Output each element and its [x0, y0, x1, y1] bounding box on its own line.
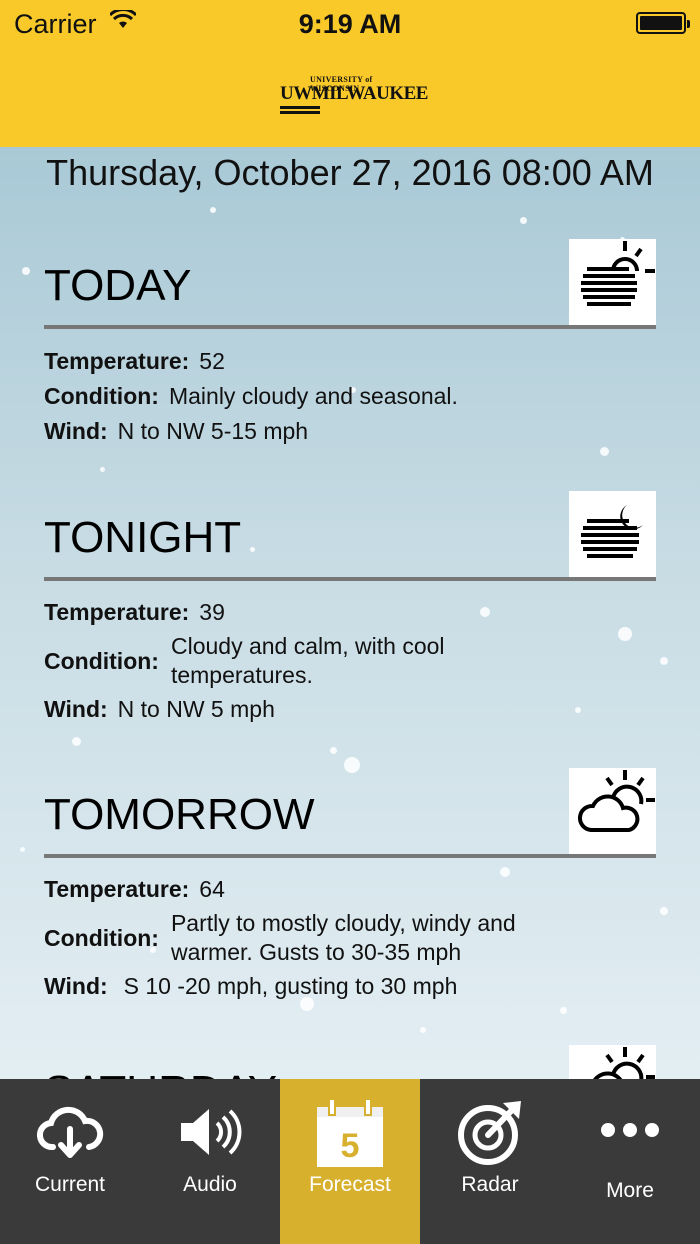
temperature-label: Temperature:	[44, 598, 190, 625]
section-title: SATURDAY	[44, 1067, 277, 1079]
condition-label: Condition:	[44, 647, 159, 674]
tab-bar: Current Audio 5 Forecast Radar More	[0, 1079, 700, 1244]
condition-row: Condition: Mainly cloudy and seasonal.	[44, 381, 458, 411]
wind-value: S 10 -20 mph, gusting to 30 mph	[123, 972, 458, 999]
section-title: TODAY	[44, 261, 192, 310]
wind-label: Wind:	[44, 695, 108, 722]
condition-label: Condition:	[44, 924, 159, 951]
forecast-date: Thursday, October 27, 2016 08:00 AM	[46, 152, 654, 193]
status-time: 9:19 AM	[298, 9, 402, 39]
tab-label: More	[606, 1179, 654, 1202]
section-title: TOMORROW	[44, 790, 315, 839]
status-bar: Carrier 9:19 AM	[0, 0, 700, 48]
condition-row: Condition: Partly to mostly cloudy, wind…	[44, 908, 591, 968]
wind-row: Wind: S 10 -20 mph, gusting to 30 mph	[44, 971, 457, 1001]
tab-audio[interactable]: Audio	[140, 1079, 280, 1244]
temperature-row: Temperature: 39	[44, 597, 225, 627]
section-title: TONIGHT	[44, 513, 242, 562]
section-divider	[44, 854, 656, 858]
section-divider	[44, 577, 656, 581]
wind-label: Wind:	[44, 972, 108, 999]
forecast-content[interactable]: Thursday, October 27, 2016 08:00 AM TODA…	[0, 147, 700, 1079]
logo-stripes	[280, 106, 320, 116]
calendar-icon: 5	[315, 1097, 385, 1167]
tab-label: Current	[34, 1173, 106, 1196]
condition-label: Condition:	[44, 382, 159, 409]
speaker-icon	[175, 1097, 245, 1167]
forecast-section-saturday: SATURDAY	[44, 1045, 656, 1079]
temperature-row: Temperature: 52	[44, 346, 225, 376]
wind-value: N to NW 5-15 mph	[117, 417, 309, 444]
calendar-badge: 5	[341, 1127, 360, 1165]
tab-current[interactable]: Current	[0, 1079, 140, 1244]
tab-radar[interactable]: Radar	[420, 1079, 560, 1244]
forecast-section-today: TODAY Temperature: 52 Condition: Mainly …	[44, 239, 656, 459]
wind-row: Wind: N to NW 5-15 mph	[44, 416, 308, 446]
cloud-download-icon	[35, 1097, 105, 1167]
sun-behind-clouds-icon	[569, 239, 656, 326]
temperature-value: 39	[199, 598, 225, 625]
tab-forecast[interactable]: 5 Forecast	[280, 1079, 420, 1244]
section-divider	[44, 325, 656, 329]
app-header: Carrier 9:19 AM UNIVERSITY of WISCONSIN …	[0, 0, 700, 147]
uwm-logo: UNIVERSITY of WISCONSIN UWMILWAUKEE	[280, 75, 428, 117]
moon-behind-clouds-icon	[569, 491, 656, 578]
forecast-section-tomorrow: TOMORROW Temperature: 64 Condition: Part…	[44, 768, 656, 1008]
wind-value: N to NW 5 mph	[117, 695, 275, 722]
more-dots-icon	[595, 1097, 665, 1167]
radar-icon	[455, 1097, 525, 1167]
temperature-label: Temperature:	[44, 347, 190, 374]
tab-label: Forecast	[309, 1173, 391, 1196]
partly-cloudy-icon	[569, 1045, 656, 1079]
partly-cloudy-icon	[569, 768, 656, 855]
tab-label: Radar	[461, 1173, 519, 1196]
condition-value: Partly to mostly cloudy, windy and warme…	[170, 910, 516, 965]
forecast-section-tonight: TONIGHT Temperature: 39 Condition: Cloud…	[44, 491, 656, 731]
condition-value: Mainly cloudy and seasonal.	[168, 382, 458, 409]
wind-row: Wind: N to NW 5 mph	[44, 694, 275, 724]
tab-label: Audio	[183, 1173, 237, 1196]
battery-icon	[636, 12, 690, 34]
temperature-value: 64	[199, 875, 225, 902]
condition-row: Condition: Cloudy and calm, with cool te…	[44, 631, 591, 691]
temperature-label: Temperature:	[44, 875, 190, 902]
tab-more[interactable]: More	[560, 1079, 700, 1244]
wind-label: Wind:	[44, 417, 108, 444]
temperature-row: Temperature: 64	[44, 874, 225, 904]
temperature-value: 52	[199, 347, 225, 374]
logo-main-text: UWMILWAUKEE	[280, 83, 428, 104]
condition-value: Cloudy and calm, with cool temperatures.	[170, 633, 445, 688]
